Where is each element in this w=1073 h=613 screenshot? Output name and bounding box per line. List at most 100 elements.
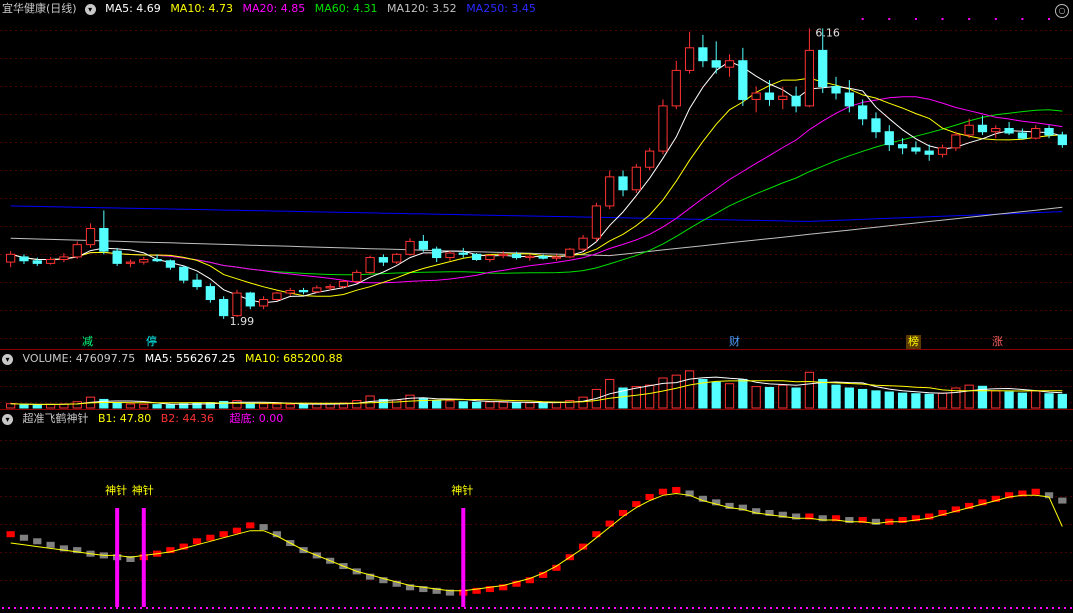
baseline-dot [542, 607, 544, 609]
baseline-dot [338, 607, 340, 609]
stock-chart: 6.161.99 神针 神针 神针 [0, 18, 1073, 609]
baseline-dot [2, 607, 4, 609]
baseline-dot [866, 607, 868, 609]
baseline-dot [740, 607, 742, 609]
candle-body [365, 257, 375, 273]
baseline-dot [644, 607, 646, 609]
b1-bar [206, 534, 215, 541]
baseline-dot [146, 607, 148, 609]
candle-body [964, 124, 974, 136]
candle-body [352, 271, 362, 282]
baseline-dot [464, 607, 466, 609]
volume-bar [1044, 393, 1054, 409]
baseline-dot [152, 607, 154, 609]
volume-bar [751, 386, 761, 409]
candle-body [192, 279, 202, 288]
top-dot-marker [888, 18, 891, 20]
baseline-dot [794, 607, 796, 609]
volume-bar [684, 370, 695, 409]
candle-body [392, 253, 402, 263]
ma5-label: MA5: 4.69 [105, 2, 161, 15]
baseline-dot [80, 607, 82, 609]
baseline-dot [92, 607, 94, 609]
marker-zhang[interactable]: 涨 [990, 335, 1005, 349]
volume-bar [551, 401, 562, 409]
signal-label: 神针 [132, 483, 154, 497]
baseline-dot [320, 607, 322, 609]
baseline-dot [500, 607, 502, 609]
indicator-lines [2, 492, 1072, 609]
baseline-dot [554, 607, 556, 609]
baseline-dot [182, 607, 184, 609]
candle-body [485, 255, 495, 260]
b1-bar [672, 486, 681, 493]
marker-ting[interactable]: 停 [144, 335, 159, 349]
baseline-dot [746, 607, 748, 609]
baseline-dot [482, 607, 484, 609]
b1-bar [219, 531, 228, 538]
baseline-dot [1064, 607, 1066, 609]
ma250-label: MA250: 3.45 [466, 2, 536, 15]
baseline-dot [650, 607, 652, 609]
baseline-dot [560, 607, 562, 609]
baseline-dot [374, 607, 376, 609]
stock-title: 宜华健康(日线) [2, 2, 77, 15]
baseline-dot [104, 607, 106, 609]
marker-bang[interactable]: 榜 [906, 335, 921, 349]
top-dot-marker [914, 18, 917, 20]
baseline-dot [188, 607, 190, 609]
candle-body [605, 176, 615, 207]
candle-body [45, 258, 56, 264]
baseline-dot [344, 607, 346, 609]
baseline-dot [236, 607, 238, 609]
baseline-dot [626, 607, 628, 609]
volume-bar [139, 403, 149, 409]
volume-bar [125, 403, 136, 409]
candle-body [1017, 132, 1028, 139]
baseline-dot [428, 607, 430, 609]
marker-cai[interactable]: 财 [727, 335, 742, 349]
baseline-dot [938, 607, 940, 609]
candle-body [325, 286, 335, 289]
candle-body [1031, 127, 1041, 139]
volume-bar [152, 404, 162, 409]
volume-bar [511, 402, 522, 409]
baseline-dot [50, 607, 52, 609]
baseline-dot [422, 607, 424, 609]
volume-bar [245, 402, 255, 409]
baseline-dot [926, 607, 928, 609]
volume-bar [937, 392, 948, 409]
marker-jian[interactable]: 减 [80, 335, 95, 349]
candle-body [19, 256, 29, 262]
chevron-down-icon[interactable]: ▾ [2, 413, 13, 425]
candle-body [418, 240, 428, 250]
top-dot-marker [1048, 18, 1051, 20]
baseline-dot [956, 607, 958, 609]
baseline-dot [818, 607, 820, 609]
chevron-down-icon[interactable]: ▾ [2, 353, 13, 365]
candle-body [125, 261, 136, 264]
signal-bar [115, 508, 120, 607]
candle-body [831, 86, 841, 94]
volume-bar [272, 403, 282, 409]
volume-bar [1031, 390, 1041, 409]
baseline-dot [776, 607, 778, 609]
candle-body [658, 105, 668, 152]
baseline-dot [986, 607, 988, 609]
baseline-dot [8, 607, 10, 609]
baseline-dot [854, 607, 856, 609]
settings-circle-icon[interactable]: ○ [1055, 4, 1069, 18]
b1-bar [33, 538, 42, 545]
baseline-dot [128, 607, 130, 609]
volume-bar [964, 384, 974, 409]
b1-bar [658, 488, 668, 495]
candle-body [378, 257, 389, 263]
baseline-dot [296, 607, 298, 609]
chevron-down-icon[interactable]: ▾ [84, 3, 96, 15]
b1-bar [259, 524, 268, 531]
baseline-dot [170, 607, 172, 609]
baseline-dot [398, 607, 400, 609]
baseline-dot [596, 607, 598, 609]
baseline-dot [158, 607, 160, 609]
signal-label: 神针 [105, 483, 127, 497]
